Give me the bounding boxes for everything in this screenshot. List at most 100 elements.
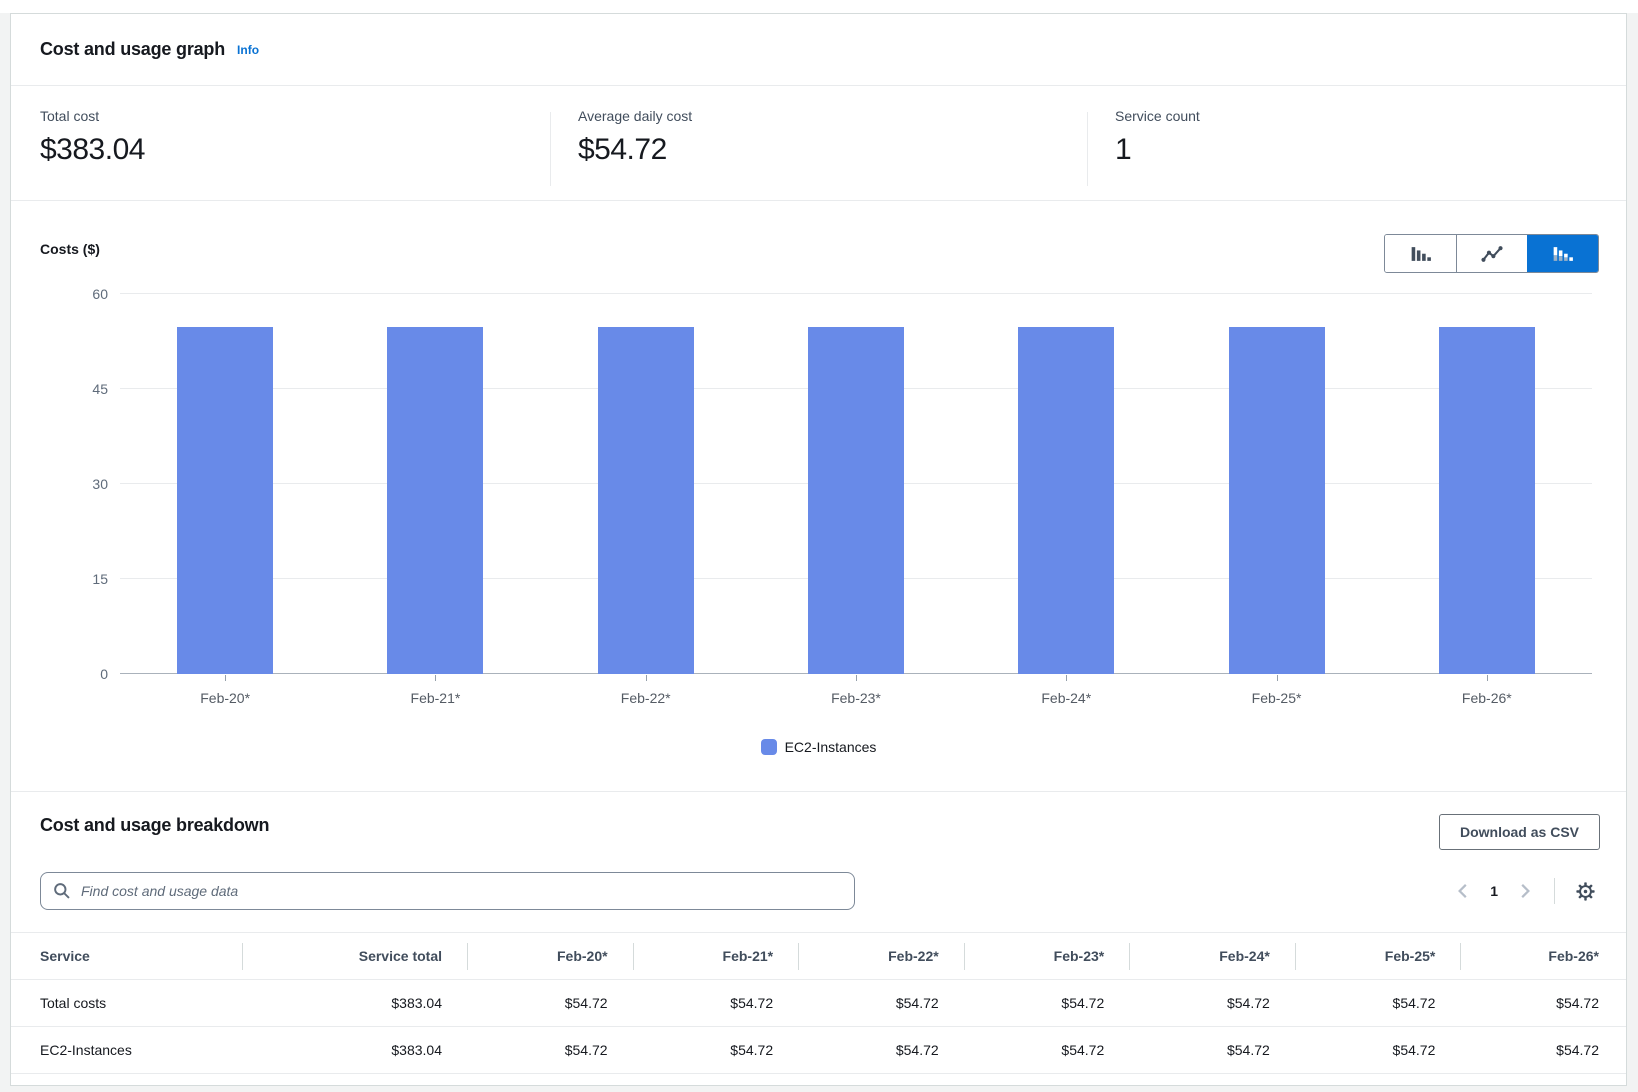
x-axis-label: Feb-22* [541,690,751,706]
x-axis-label: Feb-26* [1382,690,1592,706]
value-cell: $54.72 [1129,980,1295,1027]
column-header-feb-26: Feb-26* [1460,933,1626,980]
stat-label: Service count [1115,108,1626,124]
chevron-left-icon [1454,882,1472,900]
x-axis-tick [1487,675,1488,681]
bar-ec2-instances[interactable] [808,327,904,674]
breakdown-title: Cost and usage breakdown [40,815,269,836]
stat-value: $383.04 [40,133,550,167]
value-cell: $54.72 [964,980,1130,1027]
x-axis-tick [225,675,226,681]
column-header-feb-20: Feb-20* [467,933,633,980]
value-cell: $54.72 [1295,1027,1461,1074]
service-cell: Total costs [11,980,242,1027]
bar-slot [1382,294,1592,674]
stacked-bar-chart-icon [1552,243,1574,265]
y-axis-tick-label: 15 [11,569,108,589]
value-cell: $54.72 [798,1027,964,1074]
bar-ec2-instances[interactable] [1018,327,1114,674]
chart-x-axis-labels: Feb-20*Feb-21*Feb-22*Feb-23*Feb-24*Feb-2… [120,690,1592,706]
cost-breakdown-table: ServiceService totalFeb-20*Feb-21*Feb-22… [11,932,1626,1074]
x-axis-tick [435,675,436,681]
stacked-bar-chart-toggle[interactable] [1527,235,1598,272]
x-axis-tick [1066,675,1067,681]
previous-page-button[interactable] [1448,882,1478,900]
column-header-feb-22: Feb-22* [798,933,964,980]
value-cell: $54.72 [1460,1027,1626,1074]
bar-slot [120,294,330,674]
value-cell: $54.72 [467,980,633,1027]
stat-value: 1 [1115,133,1626,167]
value-cell: $54.72 [1460,980,1626,1027]
pagination: 1 [1448,874,1602,908]
stat-average-daily-cost: Average daily cost$54.72 [550,86,1087,200]
search-icon [53,882,71,900]
line-chart-icon [1481,243,1503,265]
chart-bars [120,294,1592,674]
current-page[interactable]: 1 [1490,883,1498,899]
column-header-service-total: Service total [242,933,467,980]
bar-slot [961,294,1171,674]
column-header-feb-23: Feb-23* [964,933,1130,980]
table-row-ec2-instances: EC2-Instances$383.04$54.72$54.72$54.72$5… [11,1027,1626,1074]
column-header-feb-21: Feb-21* [633,933,799,980]
stat-value: $54.72 [578,133,1087,167]
info-link[interactable]: Info [237,43,259,57]
stat-label: Total cost [40,108,550,124]
value-cell: $54.72 [964,1027,1130,1074]
value-cell: $54.72 [798,980,964,1027]
download-csv-button[interactable]: Download as CSV [1439,814,1600,850]
card-header: Cost and usage graph Info [11,14,1626,86]
legend-label: EC2-Instances [785,739,877,755]
bar-ec2-instances[interactable] [177,327,273,674]
x-axis-label: Feb-21* [330,690,540,706]
stat-total-cost: Total cost $383.04 [11,86,550,200]
pager-divider [1554,878,1555,904]
x-axis-tick [646,675,647,681]
gear-icon [1575,881,1596,902]
stat-service-count: Service count 1 [1087,86,1626,200]
x-axis-label: Feb-20* [120,690,330,706]
page-top-margin [0,0,1638,13]
bar-slot [330,294,540,674]
bar-ec2-instances[interactable] [598,327,694,674]
bar-ec2-instances[interactable] [387,327,483,674]
settings-gear-button[interactable] [1569,881,1602,902]
chart-y-axis: 015304560 [11,294,108,674]
x-axis-tick [1277,675,1278,681]
x-axis-tick [856,675,857,681]
cost-usage-card: Cost and usage graph Info Total cost $383… [10,13,1627,1086]
chart-section: Costs ($) [11,201,1626,792]
line-chart-toggle[interactable] [1456,235,1527,272]
y-axis-tick-label: 30 [11,474,108,494]
y-axis-tick-label: 0 [11,664,108,684]
bar-ec2-instances[interactable] [1439,327,1535,674]
bar-chart-toggle[interactable] [1385,235,1456,272]
column-header-feb-24: Feb-24* [1129,933,1295,980]
value-cell: $54.72 [1295,980,1461,1027]
chevron-right-icon [1516,882,1534,900]
bar-chart-icon [1410,243,1432,265]
column-header-feb-25: Feb-25* [1295,933,1461,980]
bar-slot [541,294,751,674]
chart-y-axis-title: Costs ($) [40,241,100,257]
breakdown-section: Cost and usage breakdown Download as CSV… [11,792,1626,1087]
bar-slot [1171,294,1381,674]
next-page-button[interactable] [1510,882,1540,900]
stats-row: Total cost $383.04Average daily cost$54.7… [11,86,1626,201]
search-input[interactable] [79,882,854,900]
search-box [40,872,855,910]
x-axis-label: Feb-24* [961,690,1171,706]
bar-ec2-instances[interactable] [1229,327,1325,674]
value-cell: $54.72 [467,1027,633,1074]
value-cell: $54.72 [633,980,799,1027]
value-cell: $54.72 [633,1027,799,1074]
y-axis-tick-label: 45 [11,379,108,399]
bar-slot [751,294,961,674]
page-title: Cost and usage graph [40,39,225,60]
value-cell: $54.72 [1129,1027,1295,1074]
x-axis-label: Feb-23* [751,690,961,706]
column-header-service: Service [11,933,242,980]
x-axis-label: Feb-25* [1171,690,1381,706]
y-axis-tick-label: 60 [11,284,108,304]
